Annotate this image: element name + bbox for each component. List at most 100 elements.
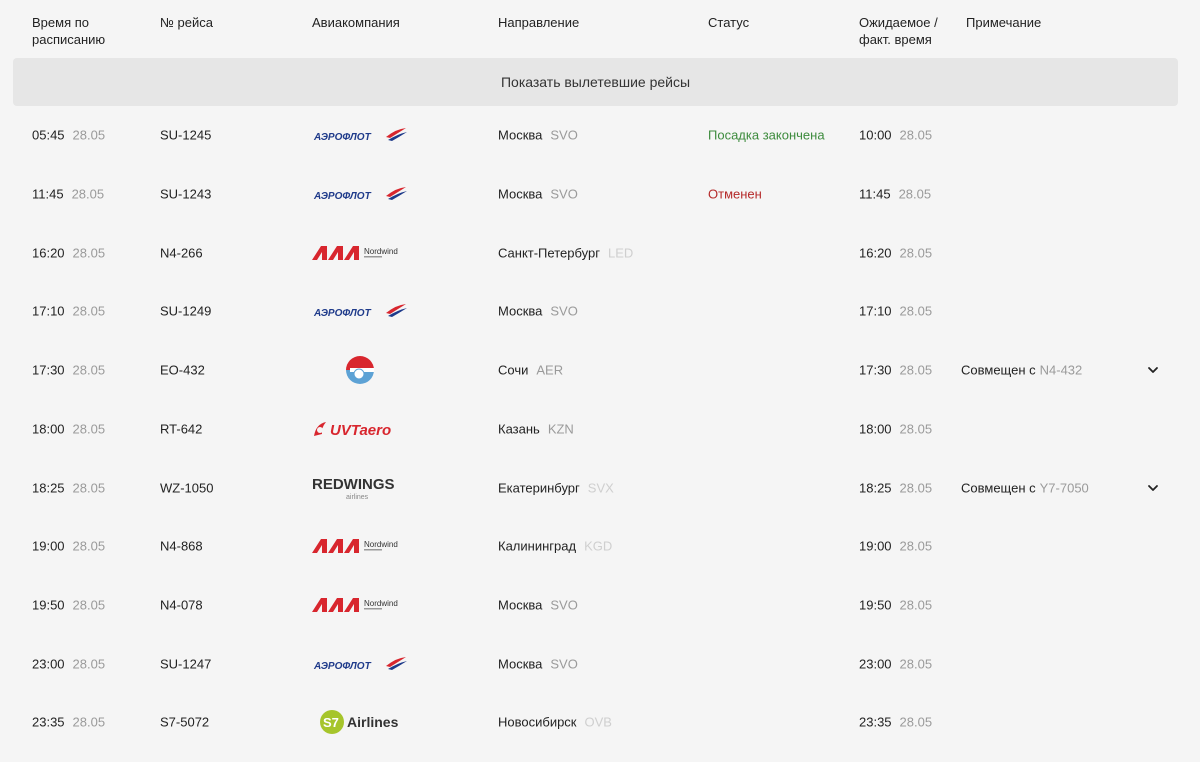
flight-number: N4-868 — [160, 538, 203, 554]
chevron-down-icon[interactable] — [1146, 363, 1160, 377]
direction-cell: Новосибирск OVB — [498, 715, 612, 730]
logo-text: Nordwind — [364, 540, 398, 549]
flight-row[interactable]: 18:00 28.05 RT-642 UVTaero Казань KZN 18:00 2… — [0, 400, 1200, 459]
scheduled-time: 17:10 — [32, 303, 65, 319]
actual-date: 28.05 — [899, 597, 933, 613]
airport-code: SVO — [550, 127, 578, 143]
flight-number: WZ-1050 — [160, 480, 214, 496]
flight-row[interactable]: 23:00 28.05 SU-1247 АЭРОФЛОТ Москва SVO 23:0… — [0, 634, 1200, 693]
actual-date: 28.05 — [899, 538, 933, 554]
actual-date: 28.05 — [899, 303, 933, 319]
direction-cell: Москва SVO — [498, 128, 578, 143]
destination-city: Москва — [498, 597, 543, 613]
actual-date: 28.05 — [899, 656, 933, 672]
actual-time-cell: 11:45 28.05 — [859, 187, 931, 202]
header-note: Примечание — [966, 15, 1042, 30]
direction-cell: Казань KZN — [498, 421, 574, 436]
actual-time-cell: 17:10 28.05 — [859, 304, 932, 319]
scheduled-date: 28.05 — [72, 597, 106, 613]
flight-row[interactable]: 23:35 28.05 S7-5072 S7 Airlines Новосибирс… — [0, 693, 1200, 752]
aeroflot-logo: АЭРОФЛОТ — [312, 648, 408, 680]
flight-row[interactable]: 11:45 28.05 SU-1243 АЭРОФЛОТ Москва SVO Отме… — [0, 165, 1200, 224]
scheduled-time: 23:35 — [32, 714, 65, 730]
actual-time-cell: 16:20 28.05 — [859, 245, 932, 260]
destination-city: Москва — [498, 186, 543, 202]
actual-time: 23:35 — [859, 714, 892, 730]
status-text: Посадка закончена — [708, 127, 825, 143]
destination-city: Калининград — [498, 538, 577, 554]
scheduled-date: 28.05 — [72, 538, 106, 554]
airport-code: LED — [607, 245, 634, 261]
note-cell: Совмещен с N4-432 — [961, 363, 1082, 378]
airport-code: AER — [536, 362, 564, 378]
note-text: Совмещен с — [961, 480, 1036, 496]
destination-city: Москва — [498, 656, 543, 672]
actual-date: 28.05 — [899, 362, 933, 378]
actual-time: 18:00 — [859, 421, 892, 437]
actual-time: 10:00 — [859, 127, 892, 143]
direction-cell: Калининград KGD — [498, 539, 612, 554]
actual-time: 19:50 — [859, 597, 892, 613]
actual-time-cell: 19:00 28.05 — [859, 539, 932, 554]
scheduled-time: 19:00 — [32, 538, 65, 554]
svg-text:airlines: airlines — [346, 494, 369, 501]
header-actual: Ожидаемое / факт. время — [859, 14, 938, 48]
logo-text: UVTaero — [330, 422, 391, 439]
scheduled-time: 16:20 — [32, 245, 65, 261]
logo-text: АЭРОФЛОТ — [313, 308, 372, 319]
destination-city: Москва — [498, 303, 543, 319]
flight-number: SU-1245 — [160, 127, 212, 143]
note-cell: Совмещен с Y7-7050 — [961, 480, 1089, 495]
logo-text: АЭРОФЛОТ — [313, 661, 372, 672]
destination-city: Казань — [498, 421, 540, 437]
scheduled-time-cell: 11:45 28.05 — [32, 187, 104, 202]
chevron-down-icon[interactable] — [1146, 481, 1160, 495]
actual-time: 23:00 — [859, 656, 892, 672]
scheduled-time-cell: 17:30 28.05 — [32, 363, 105, 378]
scheduled-date: 28.05 — [72, 362, 106, 378]
header-actual-line1: Ожидаемое / — [859, 15, 938, 30]
scheduled-time: 05:45 — [32, 127, 65, 143]
scheduled-time-cell: 05:45 28.05 — [32, 128, 105, 143]
flight-row[interactable]: 19:00 28.05 N4-868 Nordwind Калининград KGD… — [0, 517, 1200, 576]
flight-row[interactable]: 19:50 28.05 N4-078 Nordwind Москва SVO 19:50… — [0, 576, 1200, 635]
destination-city: Екатеринбург — [498, 480, 580, 496]
actual-time: 17:30 — [859, 362, 892, 378]
scheduled-date: 28.05 — [72, 421, 106, 437]
show-departed-button[interactable]: Показать вылетевшие рейсы — [13, 58, 1178, 106]
nordwind-logo: Nordwind — [312, 589, 408, 621]
nordwind-logo: Nordwind — [312, 530, 408, 562]
actual-time-cell: 10:00 28.05 — [859, 128, 932, 143]
airport-code: SVO — [550, 597, 578, 613]
airport-code: SVO — [550, 656, 578, 672]
destination-city: Москва — [498, 127, 543, 143]
flight-number: SU-1249 — [160, 303, 212, 319]
direction-cell: Сочи AER — [498, 363, 563, 378]
actual-time: 16:20 — [859, 245, 892, 261]
actual-date: 28.05 — [899, 127, 933, 143]
scheduled-date: 28.05 — [72, 127, 106, 143]
destination-city: Санкт-Петербург — [498, 245, 600, 261]
flight-row[interactable]: 17:10 28.05 SU-1249 АЭРОФЛОТ Москва SVO 17:1… — [0, 282, 1200, 341]
actual-time: 19:00 — [859, 538, 892, 554]
scheduled-time-cell: 18:00 28.05 — [32, 421, 105, 436]
scheduled-time-cell: 23:00 28.05 — [32, 656, 105, 671]
logo-text: Nordwind — [364, 599, 398, 608]
departures-board: Время по расписанию № рейса Авиакомпания… — [0, 0, 1200, 762]
scheduled-time-cell: 18:25 28.05 — [32, 480, 105, 495]
scheduled-date: 28.05 — [72, 714, 106, 730]
flight-row[interactable]: 18:25 28.05 WZ-1050 REDWINGS airlines Екат… — [0, 458, 1200, 517]
scheduled-time: 17:30 — [32, 362, 65, 378]
flight-row[interactable]: 17:30 28.05 EO-432 Сочи AER 17:30 28.05 Совмещ… — [0, 341, 1200, 400]
scheduled-time: 11:45 — [32, 186, 64, 202]
logo-text: Nordwind — [364, 247, 398, 256]
airport-code: KZN — [547, 421, 574, 437]
airport-code: SVX — [587, 480, 614, 496]
status-text: Отменен — [708, 186, 762, 202]
nordwind-logo: Nordwind — [312, 237, 408, 269]
flight-row[interactable]: 16:20 28.05 N4-266 Nordwind Санкт-Петербур… — [0, 223, 1200, 282]
actual-time-cell: 19:50 28.05 — [859, 597, 932, 612]
airport-code: SVO — [550, 303, 578, 319]
flight-row[interactable]: 05:45 28.05 SU-1245 АЭРОФЛОТ Москва SVO Поса… — [0, 106, 1200, 165]
actual-time: 17:10 — [859, 303, 892, 319]
